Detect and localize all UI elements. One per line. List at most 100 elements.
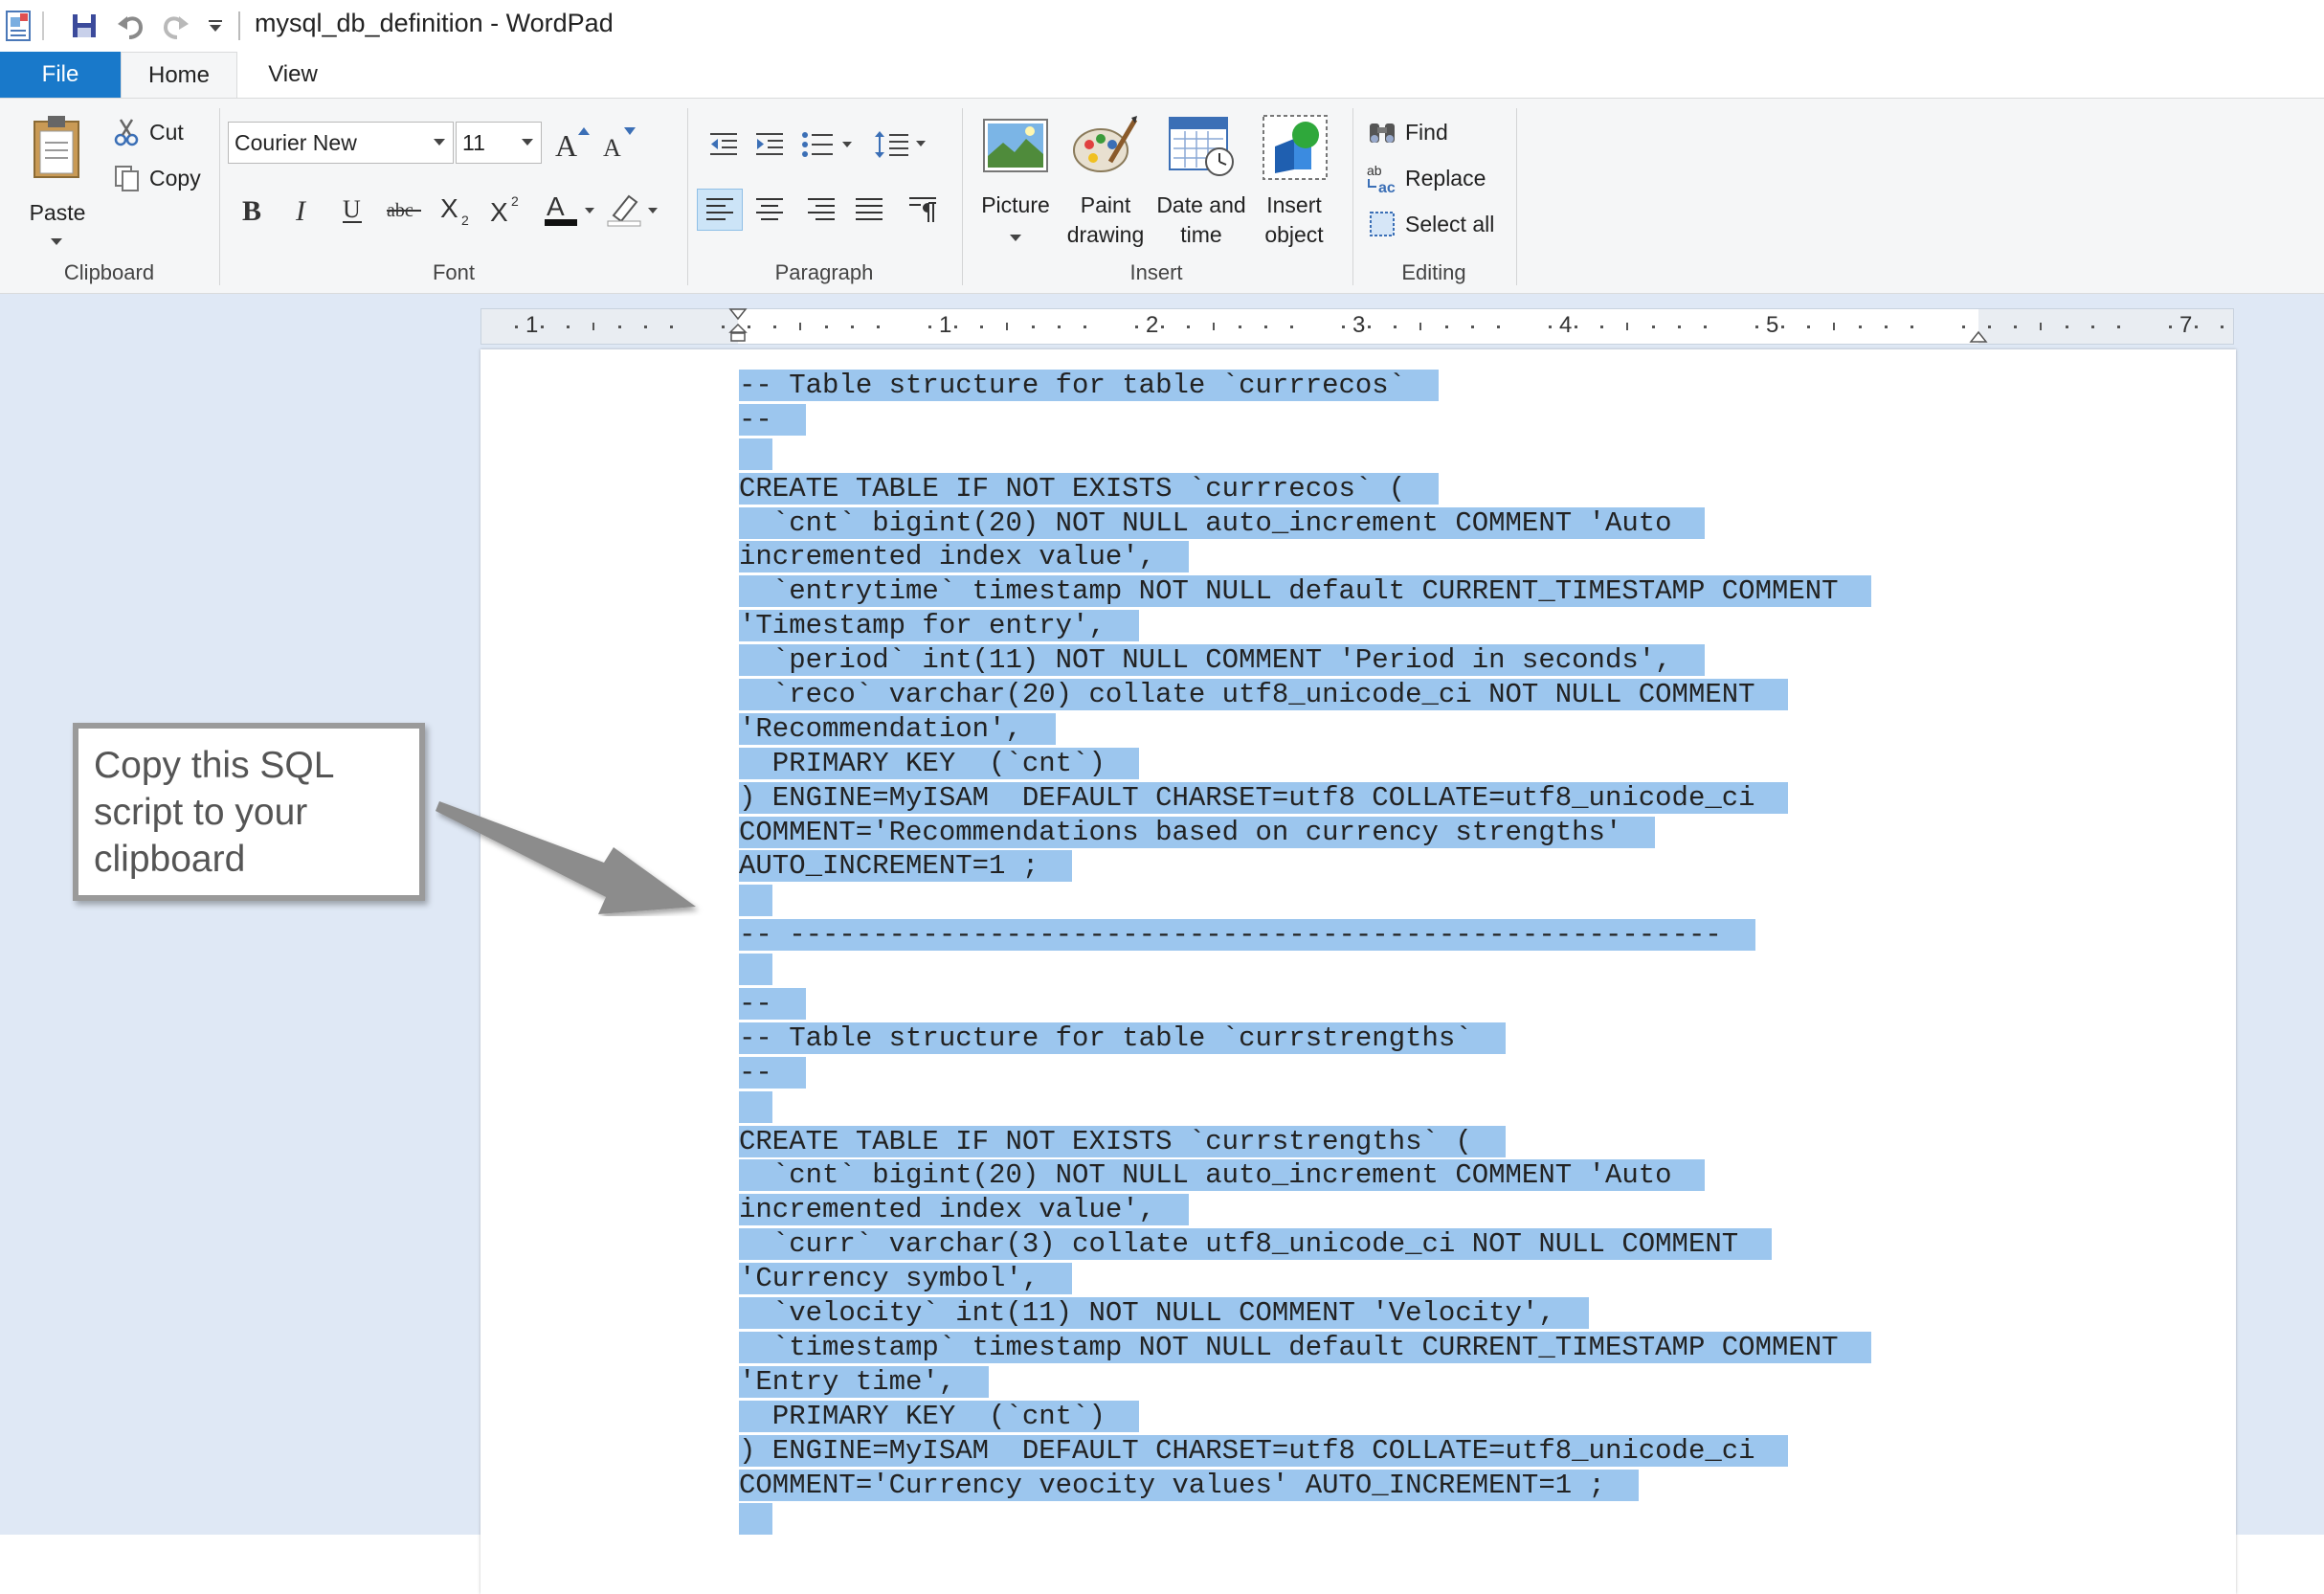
document-line[interactable]: PRIMARY KEY (`cnt`) <box>739 1400 1871 1434</box>
paragraph-icon <box>909 197 936 222</box>
document-line[interactable]: `cnt` bigint(20) NOT NULL auto_increment… <box>739 1158 1871 1193</box>
decrease-indent-icon <box>710 133 737 155</box>
find-label: Find <box>1405 119 1448 145</box>
font-color-button[interactable]: A <box>542 189 599 231</box>
shrink-font-button[interactable]: A <box>597 122 639 164</box>
clipboard-group-label: Clipboard <box>63 260 155 284</box>
document-line[interactable]: AUTO_INCREMENT=1 ; <box>739 849 1871 884</box>
font-size-value: 11 <box>462 130 485 155</box>
replace-button[interactable]: ab ac Replace <box>1367 162 1486 194</box>
paragraph-settings-button[interactable] <box>900 189 946 231</box>
undo-icon[interactable] <box>113 8 147 44</box>
document-line[interactable]: `velocity` int(11) NOT NULL COMMENT 'Vel… <box>739 1296 1871 1331</box>
subscript-icon: X2 <box>440 193 469 227</box>
document-line[interactable]: ) ENGINE=MyISAM DEFAULT CHARSET=utf8 COL… <box>739 1434 1871 1469</box>
document-page[interactable]: -- Table structure for table `currrecos`… <box>480 349 2236 1594</box>
redo-icon[interactable] <box>159 8 193 44</box>
tab-file[interactable]: File <box>0 52 121 98</box>
ruler-tick <box>877 326 880 328</box>
document-line[interactable]: -- <box>739 987 1871 1022</box>
italic-icon: I <box>295 195 307 226</box>
right-indent-marker[interactable] <box>1969 321 1988 344</box>
document-line[interactable] <box>739 1502 1871 1537</box>
underline-button[interactable]: U <box>331 189 373 231</box>
font-size-select[interactable]: 11 <box>456 122 542 164</box>
wordpad-app-icon[interactable] <box>4 8 34 44</box>
picture-button[interactable]: Picture <box>974 108 1057 261</box>
document-line[interactable]: `entrytime` timestamp NOT NULL default C… <box>739 574 1872 609</box>
selected-text: -- Table structure for table `currstreng… <box>739 1022 1506 1054</box>
date-time-button[interactable]: Date and time <box>1154 108 1248 261</box>
align-right-button[interactable] <box>798 189 844 231</box>
bullet-list-button[interactable] <box>798 123 863 166</box>
cut-button[interactable]: Cut <box>113 116 184 148</box>
ruler[interactable]: 1 1 2 3 4 5 7 <box>480 308 2234 345</box>
grow-font-button[interactable]: A <box>551 122 593 164</box>
document-line[interactable] <box>739 1090 1871 1125</box>
selected-text: `period` int(11) NOT NULL COMMENT 'Perio… <box>739 644 1706 677</box>
ruler-tick <box>1626 323 1628 330</box>
tab-view[interactable]: View <box>237 52 348 98</box>
document-line[interactable]: CREATE TABLE IF NOT EXISTS `currrecos` ( <box>739 472 1871 506</box>
align-left-button[interactable] <box>697 189 743 231</box>
ruler-tick <box>2040 323 2042 330</box>
subscript-button[interactable]: X2 <box>436 189 479 231</box>
document-text[interactable]: -- Table structure for table `currrecos`… <box>739 369 1872 1537</box>
group-separator <box>219 108 220 285</box>
ruler-tick <box>722 326 725 328</box>
first-line-indent-marker[interactable] <box>728 307 748 344</box>
document-line[interactable]: -- Table structure for table `currstreng… <box>739 1022 1871 1056</box>
align-center-button[interactable] <box>747 189 793 231</box>
document-line[interactable]: PRIMARY KEY (`cnt`) <box>739 747 1871 781</box>
document-line[interactable]: CREATE TABLE IF NOT EXISTS `currstrength… <box>739 1125 1871 1159</box>
document-line[interactable]: `period` int(11) NOT NULL COMMENT 'Perio… <box>739 643 1871 678</box>
document-line[interactable] <box>739 884 1871 918</box>
paint-drawing-button[interactable]: Paint drawing <box>1061 108 1151 261</box>
copy-button[interactable]: Copy <box>113 162 201 194</box>
tab-home[interactable]: Home <box>121 52 237 98</box>
superscript-button[interactable]: X2 <box>486 189 528 231</box>
document-line[interactable]: -- <box>739 1056 1871 1090</box>
document-line[interactable] <box>739 953 1871 987</box>
italic-button[interactable]: I <box>281 189 324 231</box>
document-line[interactable]: -- Table structure for table `currrecos` <box>739 369 1871 403</box>
paste-button[interactable]: Paste <box>19 108 96 252</box>
strikethrough-button[interactable]: abc <box>383 189 425 231</box>
document-line[interactable]: `timestamp` timestamp NOT NULL default C… <box>739 1331 1872 1365</box>
increase-indent-button[interactable] <box>747 123 793 166</box>
document-line[interactable] <box>739 438 1871 472</box>
bullet-list-icon <box>802 132 852 157</box>
document-line[interactable]: 'Entry time', <box>739 1365 1871 1400</box>
document-line[interactable]: 'Recommendation', <box>739 712 1871 747</box>
insert-object-button[interactable]: Insert object <box>1252 108 1336 261</box>
selected-text: `curr` varchar(3) collate utf8_unicode_c… <box>739 1228 1772 1261</box>
document-line[interactable]: `reco` varchar(20) collate utf8_unicode_… <box>739 678 1871 712</box>
editing-group-label: Editing <box>1401 260 1466 284</box>
svg-text:I: I <box>295 195 307 226</box>
font-family-select[interactable]: Courier New <box>228 122 454 164</box>
paint-palette-icon <box>1073 116 1138 172</box>
document-line[interactable]: `cnt` bigint(20) NOT NULL auto_increment… <box>739 506 1871 541</box>
customize-dropdown-icon[interactable] <box>203 8 228 44</box>
document-line[interactable]: COMMENT='Currency veocity values' AUTO_I… <box>739 1469 1871 1503</box>
ruler-tick <box>2221 326 2223 328</box>
highlight-color-button[interactable] <box>605 189 662 231</box>
document-line[interactable]: ) ENGINE=MyISAM DEFAULT CHARSET=utf8 COL… <box>739 781 1871 816</box>
document-line[interactable]: -- -------------------------------------… <box>739 918 1871 953</box>
selected-text: incremented index value', <box>739 541 1189 573</box>
document-line[interactable]: incremented index value', <box>739 1193 1871 1227</box>
decrease-indent-button[interactable] <box>701 123 747 166</box>
document-line[interactable]: incremented index value', <box>739 540 1871 574</box>
document-line[interactable]: 'Timestamp for entry', <box>739 609 1871 643</box>
select-all-button[interactable]: Select all <box>1367 208 1494 240</box>
selected-text: `reco` varchar(20) collate utf8_unicode_… <box>739 679 1789 711</box>
line-spacing-button[interactable] <box>873 123 936 166</box>
save-icon[interactable] <box>67 8 101 44</box>
find-button[interactable]: Find <box>1367 116 1448 148</box>
document-line[interactable]: -- <box>739 403 1871 438</box>
bold-button[interactable]: B <box>232 189 274 231</box>
document-line[interactable]: `curr` varchar(3) collate utf8_unicode_c… <box>739 1227 1871 1262</box>
document-line[interactable]: 'Currency symbol', <box>739 1262 1871 1296</box>
document-line[interactable]: COMMENT='Recommendations based on curren… <box>739 816 1871 850</box>
justify-button[interactable] <box>846 189 892 231</box>
